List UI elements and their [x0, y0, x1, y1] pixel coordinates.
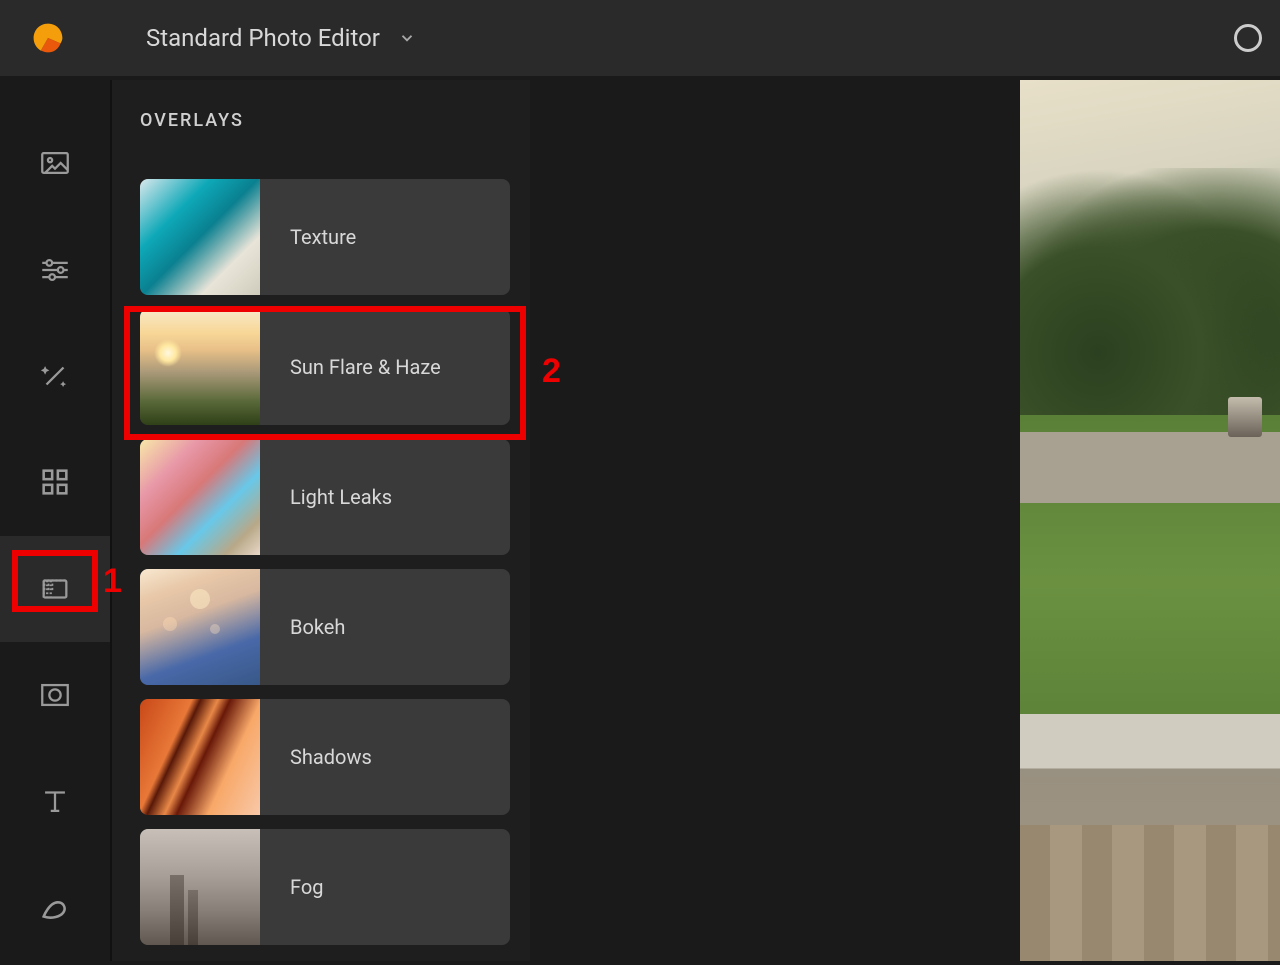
overlay-label: Shadows	[260, 699, 510, 815]
overlay-item-shadows[interactable]: Shadows	[140, 699, 510, 815]
overlay-label: Light Leaks	[260, 439, 510, 555]
overlay-label: Fog	[260, 829, 510, 945]
overlay-thumb-icon	[140, 439, 260, 555]
overlay-item-bokeh[interactable]: Bokeh	[140, 569, 510, 685]
tool-adjust[interactable]	[0, 216, 110, 322]
panel-title: OVERLAYS	[140, 110, 530, 131]
canvas-image	[1020, 80, 1280, 961]
left-toolbar	[0, 80, 110, 961]
tool-overlays[interactable]	[0, 536, 110, 642]
tool-text[interactable]	[0, 748, 110, 854]
overlay-item-light-leaks[interactable]: Light Leaks	[140, 439, 510, 555]
overlay-thumb-icon	[140, 829, 260, 945]
tool-image[interactable]	[0, 110, 110, 216]
overlay-thumb-icon	[140, 309, 260, 425]
tool-frames[interactable]	[0, 642, 110, 748]
editor-mode-title[interactable]: Standard Photo Editor	[146, 24, 380, 52]
overlay-item-sun-flare-haze[interactable]: Sun Flare & Haze	[140, 309, 510, 425]
overlay-label: Texture	[260, 179, 510, 295]
app-header: Standard Photo Editor	[0, 0, 1280, 80]
app-logo	[30, 20, 66, 56]
overlay-label: Bokeh	[260, 569, 510, 685]
header-action-icon[interactable]	[1234, 24, 1262, 52]
overlay-list: Texture Sun Flare & Haze Light Leaks Bok…	[140, 179, 530, 945]
tool-retouch[interactable]	[0, 855, 110, 961]
overlay-label: Sun Flare & Haze	[260, 309, 510, 425]
annotation-label-1: 1	[103, 562, 122, 601]
main-area: OVERLAYS Texture Sun Flare & Haze Light …	[0, 80, 1280, 961]
overlay-thumb-icon	[140, 179, 260, 295]
overlay-thumb-icon	[140, 699, 260, 815]
overlay-item-fog[interactable]: Fog	[140, 829, 510, 945]
annotation-label-2: 2	[542, 352, 561, 391]
canvas-area[interactable]	[530, 80, 1280, 961]
header-right	[1234, 24, 1250, 52]
overlay-thumb-icon	[140, 569, 260, 685]
chevron-down-icon[interactable]	[398, 29, 416, 47]
overlays-panel: OVERLAYS Texture Sun Flare & Haze Light …	[110, 80, 530, 961]
tool-presets[interactable]	[0, 429, 110, 535]
overlay-item-texture[interactable]: Texture	[140, 179, 510, 295]
tool-effects[interactable]	[0, 323, 110, 429]
